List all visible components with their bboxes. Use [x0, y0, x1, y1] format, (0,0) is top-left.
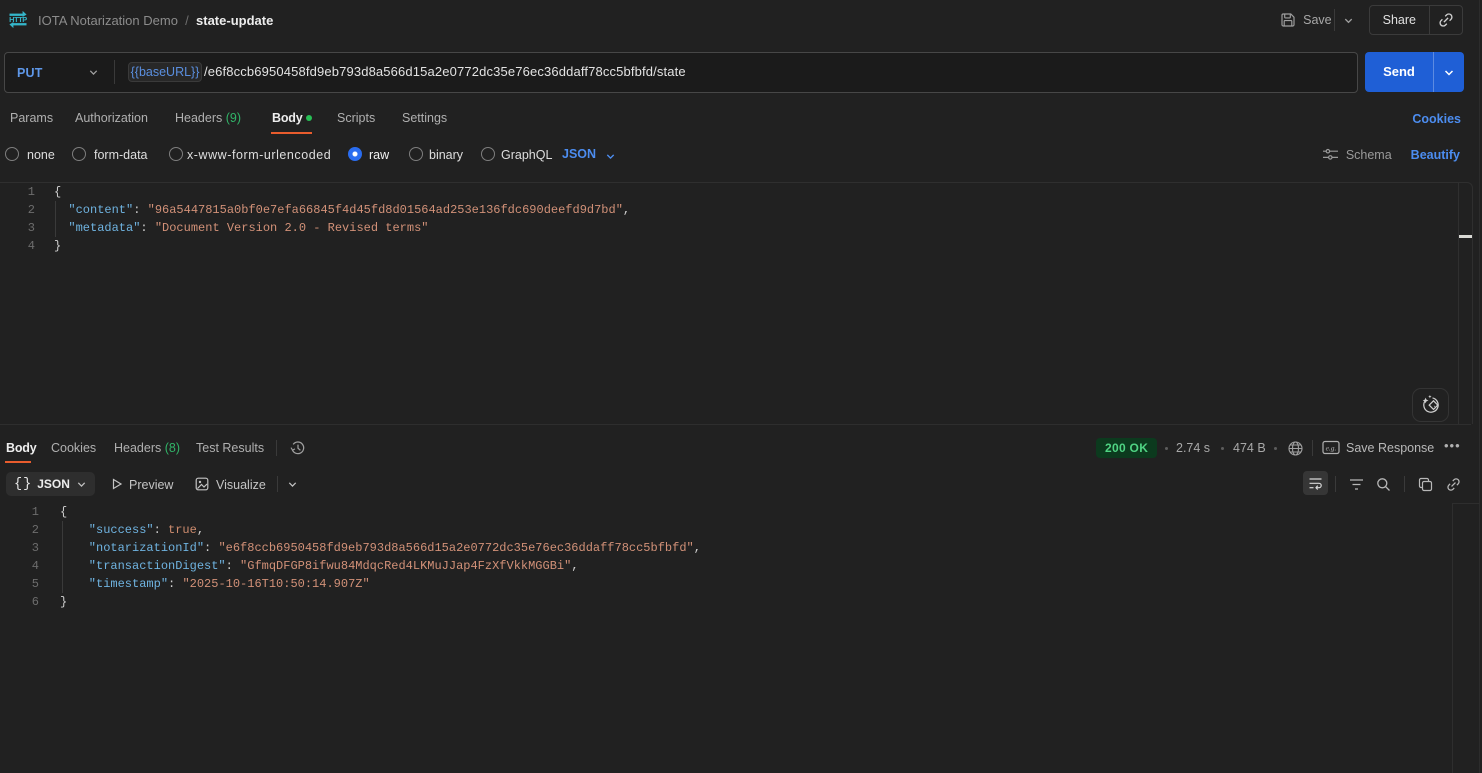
svg-text:HTTP: HTTP — [9, 15, 27, 24]
svg-text:e.g.: e.g. — [1326, 443, 1337, 452]
